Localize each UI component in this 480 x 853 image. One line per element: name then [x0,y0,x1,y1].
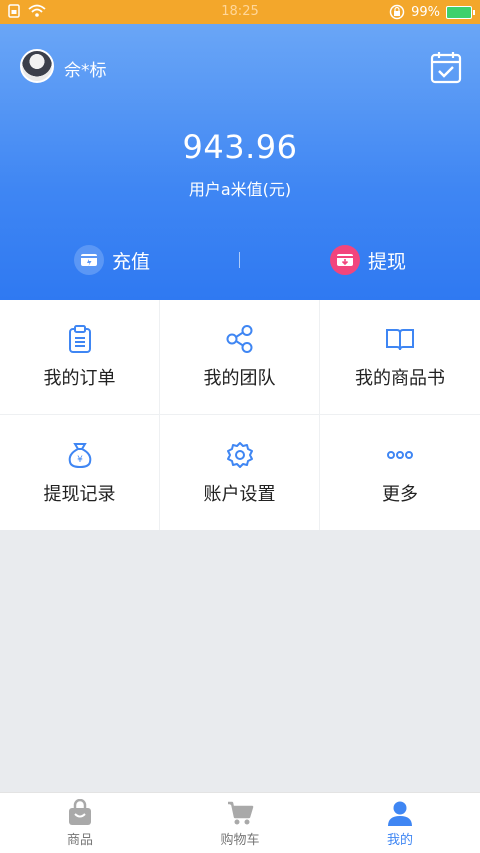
lock-rotation-icon [389,4,405,20]
battery-icon [446,5,475,19]
battery-percent: 99% [411,4,440,20]
recharge-label: 充值 [112,250,151,273]
bottom-tab-bar: 商品 购物车 我的 [0,792,480,853]
actions-divider [239,252,240,268]
cart-icon [228,801,254,824]
withdraw-label: 提现 [368,250,407,273]
avatar[interactable] [20,49,54,83]
balance-label: 用户a米值(元) [188,180,292,199]
book-icon [386,329,414,351]
tab-mine[interactable]: 我的 [320,793,480,853]
money-bag-icon: ¥ [68,442,91,468]
tab-products[interactable]: 商品 [0,793,160,853]
withdraw-button[interactable]: 提现 [330,240,406,280]
menu-item-label: 我的团队 [203,368,276,389]
recharge-button[interactable]: 充值 [74,240,150,280]
menu-item-label: 更多 [382,483,418,505]
menu-item-account-settings[interactable]: 账户设置 [160,415,320,530]
menu-item-product-book[interactable]: 我的商品书 [320,300,480,415]
username[interactable]: 佘*标 [64,56,107,81]
balance-amount: 943.96 [182,128,298,166]
menu-item-label: 我的订单 [43,368,116,389]
recharge-icon [74,245,104,275]
tab-cart[interactable]: 购物车 [160,793,320,853]
tab-label: 我的 [386,832,413,848]
gear-icon [226,441,253,468]
status-right: 99% [389,4,475,20]
more-dots-icon [387,450,413,459]
wallet-actions: 充值 提现 [0,240,480,280]
clipboard-icon [68,325,91,353]
status-bar: 18:25 99% [0,0,480,24]
menu-item-withdraw-records[interactable]: ¥ 提现记录 [0,415,160,530]
calendar-check-icon[interactable] [430,50,462,84]
menu-item-label: 我的商品书 [355,368,445,389]
menu-grid: 我的订单 我的团队 我的商品书 ¥ 提现记录 账户设置 更多 [0,300,480,530]
menu-item-label: 提现记录 [43,483,116,505]
wallet-header: 佘*标 943.96 用户a米值(元) 充值 提现 [0,24,480,300]
share-nodes-icon [226,325,252,353]
withdraw-icon [330,245,360,275]
menu-item-orders[interactable]: 我的订单 [0,300,160,415]
menu-item-team[interactable]: 我的团队 [160,300,320,415]
tab-label: 商品 [66,832,93,848]
menu-item-more[interactable]: 更多 [320,415,480,530]
tab-label: 购物车 [220,832,260,848]
shopping-bag-icon [69,798,91,825]
svg-text:¥: ¥ [77,455,83,465]
menu-item-label: 账户设置 [203,483,276,505]
user-icon [388,801,412,826]
